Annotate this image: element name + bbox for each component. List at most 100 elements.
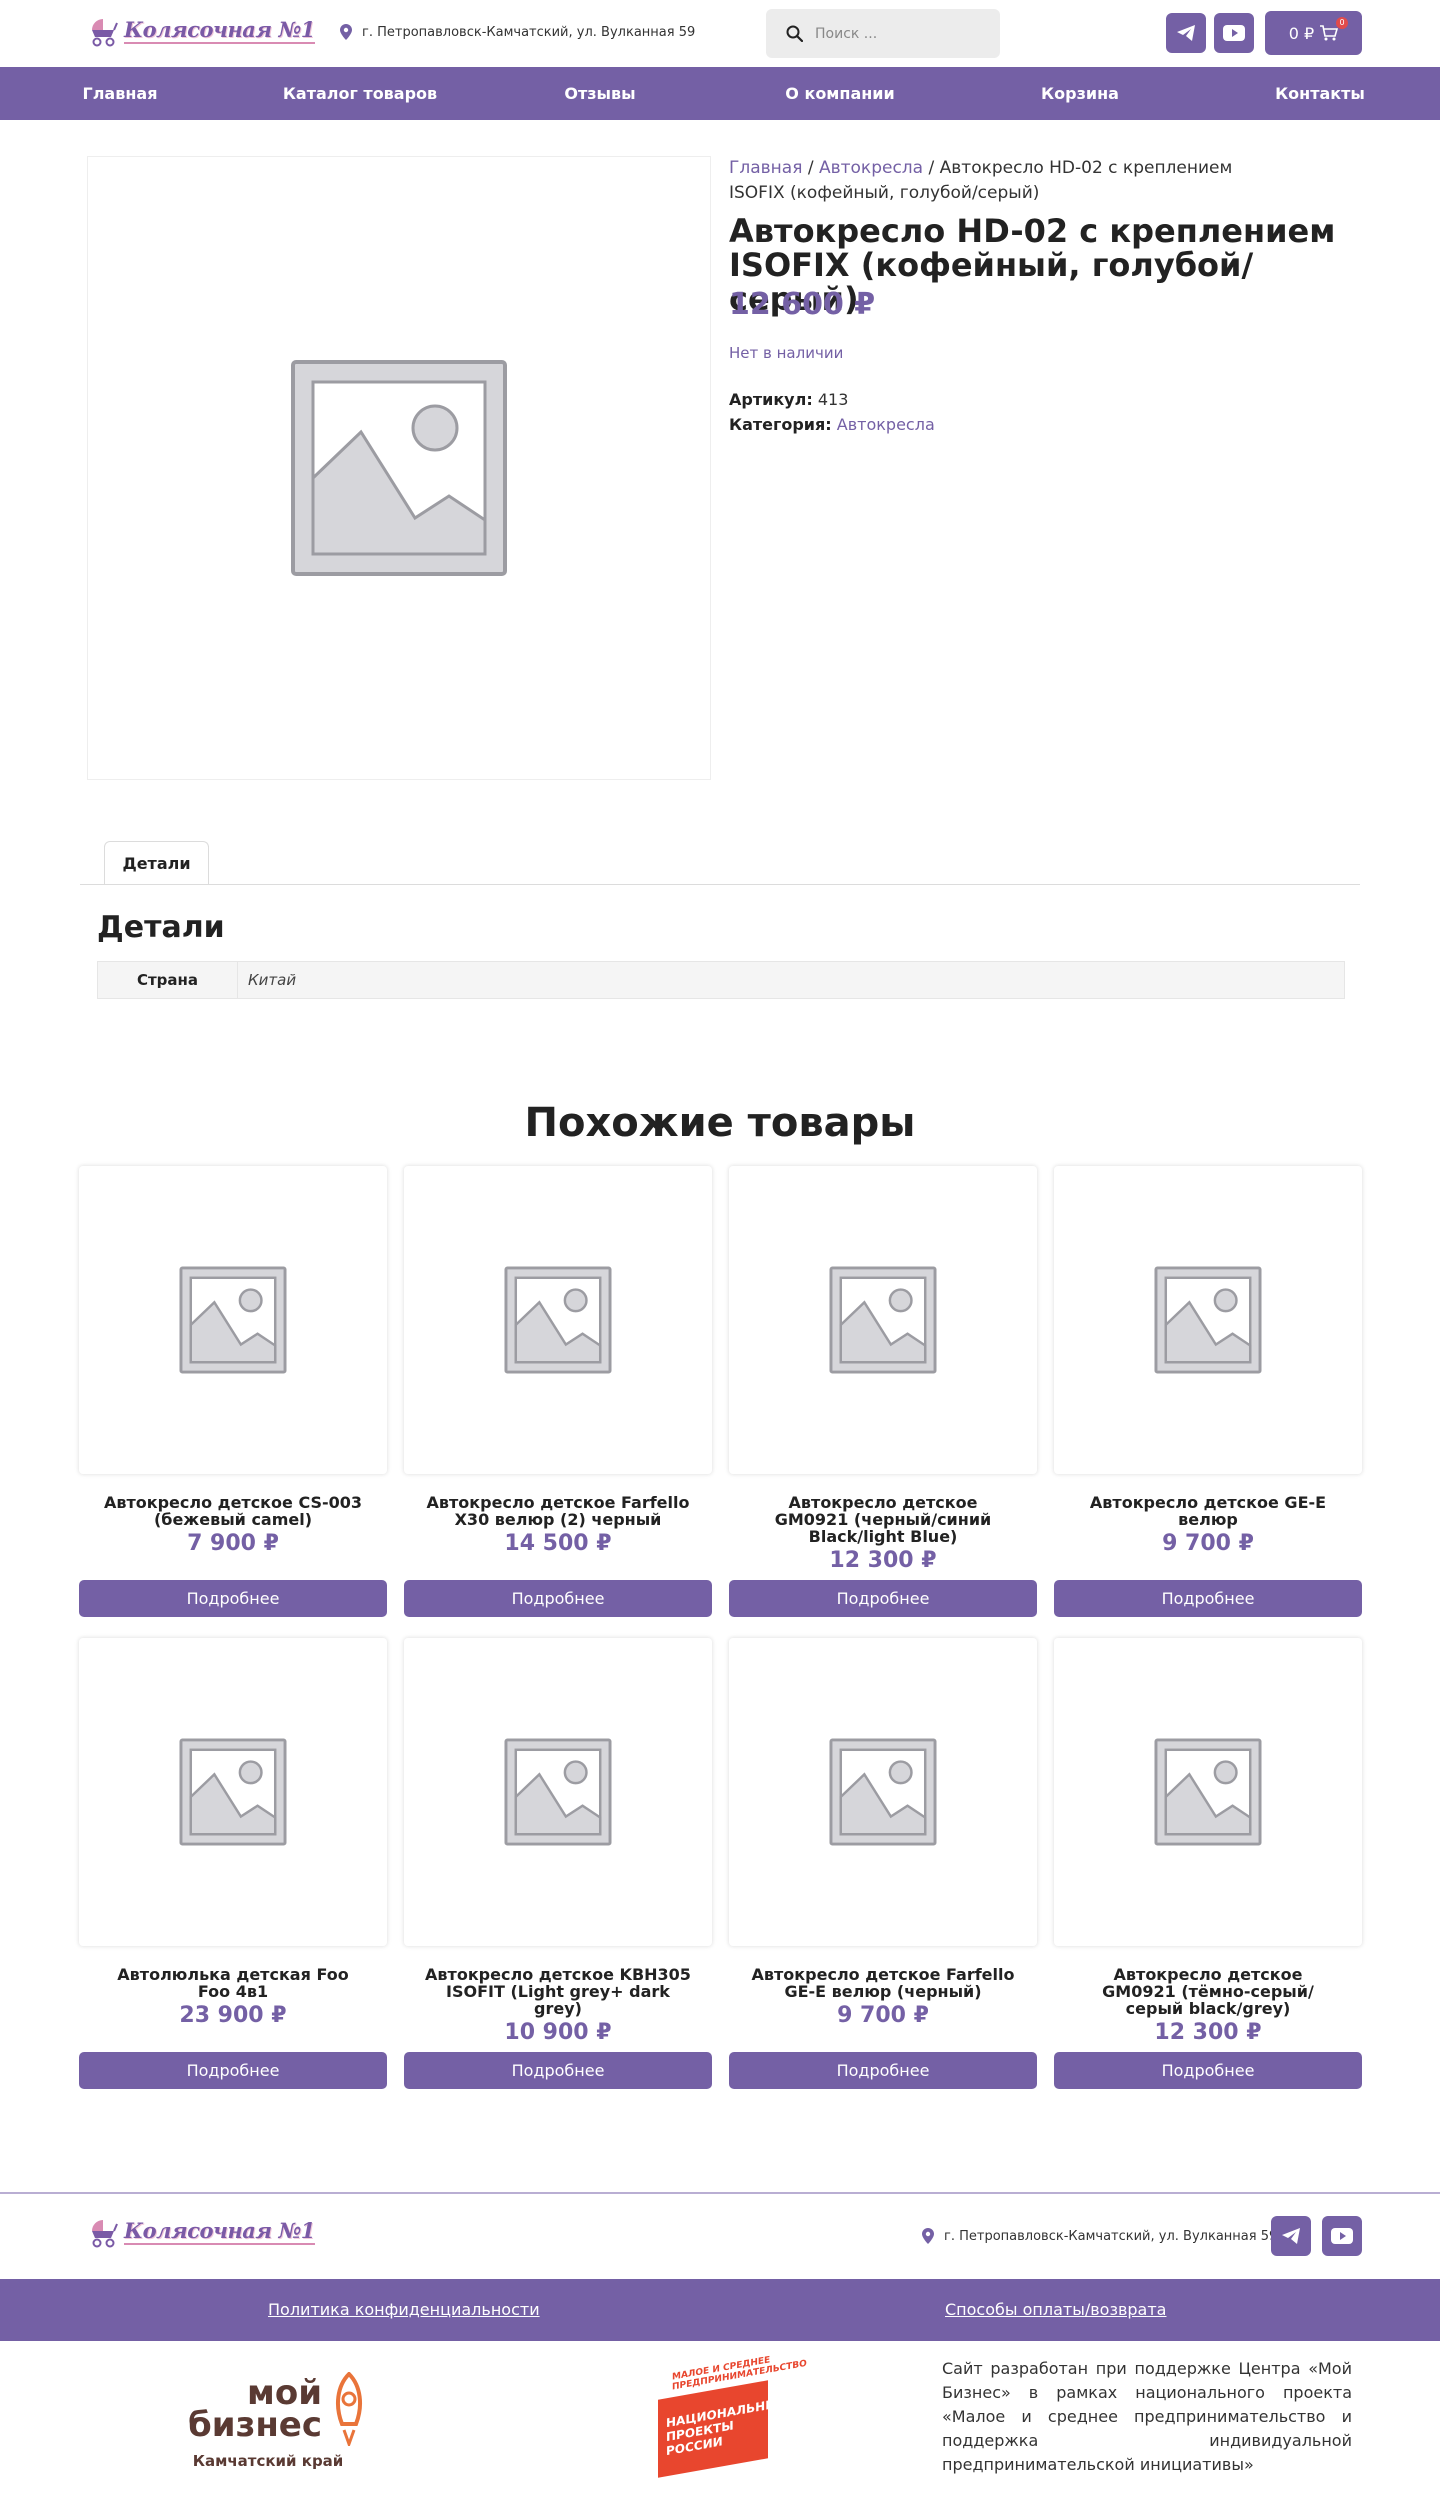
details-heading: Детали (97, 910, 225, 945)
nav-cart[interactable]: Корзина (960, 67, 1200, 120)
product-card-image[interactable] (79, 1638, 387, 1946)
attribute-key: Страна (98, 962, 238, 998)
details-button[interactable]: Подробнее (729, 2052, 1037, 2089)
product-card-image[interactable] (729, 1638, 1037, 1946)
sku-label: Артикул: (729, 390, 813, 409)
footer-divider (0, 2192, 1440, 2194)
privacy-policy-link[interactable]: Политика конфиденциальности (268, 2300, 540, 2319)
image-placeholder-icon (179, 1266, 287, 1374)
nav-catalog[interactable]: Каталог товаров (240, 67, 480, 120)
product-card-price: 14 500 ₽ (504, 1531, 612, 1556)
moy-biznes-logo[interactable]: мой бизнес Камчатский край (188, 2372, 408, 2472)
details-button[interactable]: Подробнее (404, 1580, 712, 1617)
details-button[interactable]: Подробнее (1054, 2052, 1362, 2089)
details-button[interactable]: Подробнее (1054, 1580, 1362, 1617)
search-icon (786, 25, 803, 42)
cart-icon (1320, 25, 1339, 41)
product-card-name[interactable]: Автокресло детское Farfello GE-E велюр (… (729, 1966, 1037, 2000)
product-card-name[interactable]: Автокресло детское Farfello X30 велюр (2… (404, 1494, 712, 1528)
related-heading: Похожие товары (524, 1100, 916, 1146)
pram-icon (92, 2220, 118, 2248)
mb-wordmark: мой бизнес (188, 2376, 323, 2445)
developer-credit: Сайт разработан при поддержке Центра «Мо… (942, 2359, 1352, 2474)
nav-home[interactable]: Главная (0, 67, 240, 120)
image-placeholder-icon (291, 360, 507, 576)
product-card-image[interactable] (1054, 1166, 1362, 1474)
youtube-button[interactable] (1214, 13, 1254, 53)
national-projects-logo[interactable]: МАЛОЕ И СРЕДНЕЕ ПРЕДПРИНИМАТЕЛЬСТВО НАЦИ… (640, 2355, 810, 2482)
footer-youtube-button[interactable] (1322, 2216, 1362, 2256)
product-card-price: 7 900 ₽ (187, 1531, 279, 1556)
youtube-icon (1331, 2228, 1353, 2244)
logo-wordmark: Колясочная №1 (124, 2218, 315, 2245)
header-address: г. Петропавловск-Камчатский, ул. Вулканн… (340, 24, 695, 40)
search-input[interactable]: Поиск ... (766, 9, 1000, 58)
product-card-name[interactable]: Автокресло детское GM0921 (черный/синий … (729, 1494, 1037, 1545)
product-card-image[interactable] (404, 1166, 712, 1474)
nav-contacts[interactable]: Контакты (1200, 67, 1440, 120)
product-category: Категория: Автокресла (729, 415, 935, 434)
details-button[interactable]: Подробнее (79, 1580, 387, 1617)
cart-button[interactable]: 0 ₽ 0 (1265, 11, 1362, 55)
address-text: г. Петропавловск-Камчатский, ул. Вулканн… (362, 24, 696, 40)
details-button[interactable]: Подробнее (79, 2052, 387, 2089)
product-card-price: 9 700 ₽ (837, 2003, 929, 2028)
nav-reviews[interactable]: Отзывы (480, 67, 720, 120)
product-card-price: 9 700 ₽ (1162, 1531, 1254, 1556)
pram-icon (92, 19, 118, 47)
cart-total: 0 ₽ (1288, 23, 1315, 43)
product-card-price: 12 300 ₽ (829, 1548, 937, 1573)
mb-line-2: бизнес (188, 2405, 323, 2445)
product-card-name[interactable]: Автокресло детское CS-003 (бежевый camel… (79, 1494, 387, 1528)
breadcrumb-separator: / (802, 158, 819, 178)
product-card: Автокресло детское Farfello GE-E велюр (… (729, 1638, 1037, 2094)
tab-details[interactable]: Детали (104, 841, 209, 885)
site-logo[interactable]: Колясочная №1 (86, 14, 315, 48)
stock-status: Нет в наличии (729, 344, 844, 362)
sku-value: 413 (817, 390, 849, 409)
product-card-name[interactable]: Автокресло детское GE-E велюр (1054, 1494, 1362, 1528)
breadcrumb-home[interactable]: Главная (729, 158, 802, 178)
product-card: Автокресло детское GM0921 (черный/синий … (729, 1166, 1037, 1622)
image-placeholder-icon (829, 1738, 937, 1846)
attribute-value: Китай (248, 971, 297, 989)
search-placeholder: Поиск ... (815, 25, 878, 42)
cart-count-badge: 0 (1336, 17, 1348, 29)
youtube-icon (1223, 25, 1245, 41)
product-card-image[interactable] (729, 1166, 1037, 1474)
nav-about[interactable]: О компании (720, 67, 960, 120)
product-card-price: 12 300 ₽ (1154, 2020, 1262, 2045)
product-sku: Артикул: 413 (729, 390, 848, 409)
product-image[interactable] (87, 156, 711, 780)
main-nav: Главная Каталог товаров Отзывы О компани… (0, 67, 1440, 120)
image-placeholder-icon (504, 1738, 612, 1846)
product-card-name[interactable]: Автокресло детское KBH305 ISOFIT (Light … (404, 1966, 712, 2017)
product-card-price: 10 900 ₽ (504, 2020, 612, 2045)
footer-telegram-button[interactable] (1271, 2216, 1311, 2256)
product-card-image[interactable] (1054, 1638, 1362, 1946)
site-header: Колясочная №1 г. Петропавловск-Камчатски… (0, 0, 1440, 67)
category-link[interactable]: Автокресла (837, 415, 935, 434)
product-card: Автокресло детское GM0921 (тёмно-серый/с… (1054, 1638, 1362, 2094)
product-card: Автокресло детское KBH305 ISOFIT (Light … (404, 1638, 712, 2094)
breadcrumb: Главная / Автокресла / Автокресло HD-02 … (729, 156, 1289, 206)
telegram-button[interactable] (1166, 13, 1206, 53)
details-button[interactable]: Подробнее (729, 1580, 1037, 1617)
mb-region: Камчатский край (192, 2452, 344, 2470)
details-button[interactable]: Подробнее (404, 2052, 712, 2089)
product-card-image[interactable] (404, 1638, 712, 1946)
logo-wordmark: Колясочная №1 (124, 17, 315, 44)
product-card-image[interactable] (79, 1166, 387, 1474)
footer-logo[interactable]: Колясочная №1 (86, 2215, 315, 2249)
product-card-name[interactable]: Автокресло детское GM0921 (тёмно-серый/с… (1054, 1966, 1362, 2017)
image-placeholder-icon (829, 1266, 937, 1374)
attribute-row: Страна Китай (97, 961, 1345, 999)
image-placeholder-icon (1154, 1266, 1262, 1374)
payment-methods-link[interactable]: Способы оплаты/возврата (945, 2300, 1166, 2319)
np-badge: НАЦИОНАЛЬНЫЕ ПРОЕКТЫ РОССИИ (658, 2380, 786, 2478)
image-placeholder-icon (179, 1738, 287, 1846)
tabs-divider (80, 884, 1360, 885)
breadcrumb-category[interactable]: Автокресла (819, 158, 923, 178)
product-card-name[interactable]: Автолюлька детская Foo Foo 4в1 (79, 1966, 387, 2000)
category-label: Категория: (729, 415, 832, 434)
